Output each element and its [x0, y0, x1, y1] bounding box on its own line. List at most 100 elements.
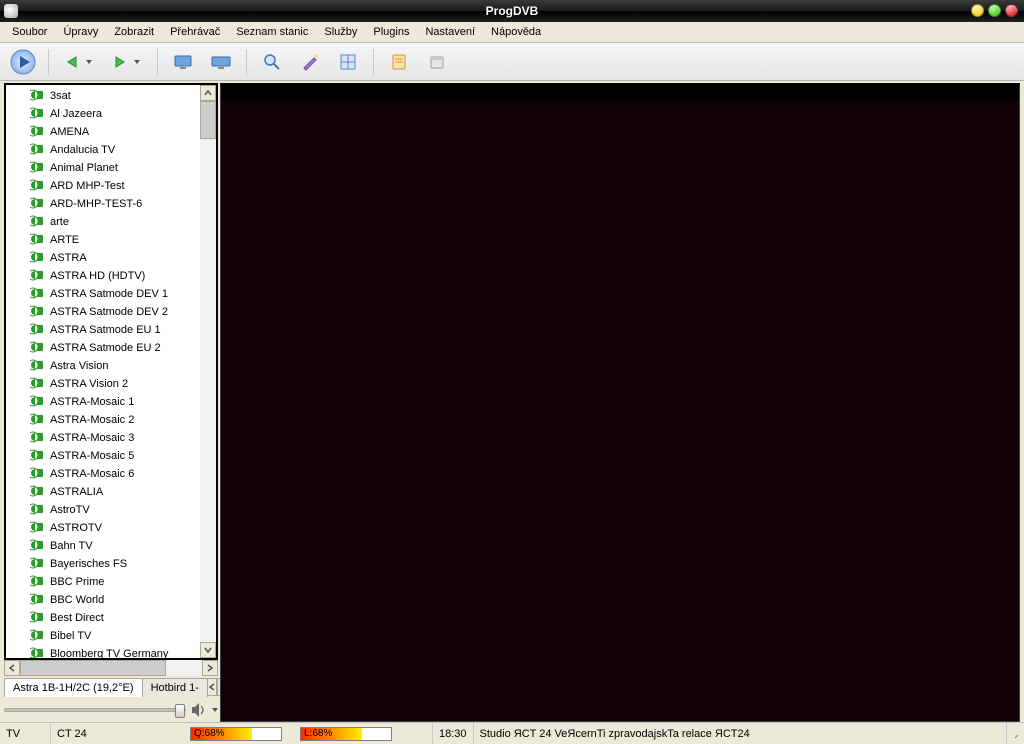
- volume-slider[interactable]: [4, 708, 186, 712]
- menu-settings[interactable]: Nastavení: [417, 23, 483, 41]
- notes-icon: [389, 52, 409, 72]
- play-button[interactable]: [6, 48, 40, 76]
- channel-list[interactable]: 3sat Al JazeeraAMENA Andalucia TV Animal Pl…: [4, 83, 218, 660]
- channel-row[interactable]: Best Direct: [6, 609, 200, 627]
- menu-view[interactable]: Zobrazit: [106, 23, 162, 41]
- scroll-thumb[interactable]: [200, 101, 216, 139]
- channel-name: ASTROTV: [50, 522, 102, 534]
- tv-icon: [30, 161, 44, 175]
- notes-button[interactable]: [382, 48, 416, 76]
- channel-row[interactable]: ASTRA-Mosaic 5: [6, 447, 200, 465]
- channel-panel: 3sat Al JazeeraAMENA Andalucia TV Animal Pl…: [4, 83, 218, 722]
- channel-name: Andalucia TV: [50, 144, 115, 156]
- channel-name: Bloomberg TV Germany: [50, 648, 168, 658]
- tab-astra[interactable]: Astra 1B-1H/2C (19,2°E): [4, 678, 143, 697]
- menu-edit[interactable]: Úpravy: [55, 23, 106, 41]
- channel-row[interactable]: 3sat: [6, 87, 200, 105]
- tab-scroll-left[interactable]: [207, 678, 217, 696]
- channel-row[interactable]: AMENA: [6, 123, 200, 141]
- wizard-button[interactable]: [293, 48, 327, 76]
- channel-row[interactable]: ASTRA Satmode DEV 2: [6, 303, 200, 321]
- channel-row[interactable]: ASTRA-Mosaic 1: [6, 393, 200, 411]
- channel-name: AstroTV: [50, 504, 90, 516]
- channel-row[interactable]: ASTRA Satmode EU 2: [6, 339, 200, 357]
- channel-name: ASTRA Vision 2: [50, 378, 128, 390]
- channel-row[interactable]: ARD-MHP-TEST-6: [6, 195, 200, 213]
- tv-icon: [30, 125, 44, 139]
- maximize-button[interactable]: [988, 4, 1001, 17]
- channel-row[interactable]: Bayerisches FS: [6, 555, 200, 573]
- channel-row[interactable]: ASTRA-Mosaic 6: [6, 465, 200, 483]
- channel-name: Bayerisches FS: [50, 558, 127, 570]
- grid-button[interactable]: [331, 48, 365, 76]
- channel-name: Best Direct: [50, 612, 104, 624]
- scroll-up-button[interactable]: [200, 85, 216, 101]
- search-icon: [262, 52, 282, 72]
- forward-button[interactable]: [105, 48, 149, 76]
- tv-icon: [30, 323, 44, 337]
- channel-row[interactable]: ASTRA Satmode DEV 1: [6, 285, 200, 303]
- channel-row[interactable]: ASTROTV: [6, 519, 200, 537]
- minimize-button[interactable]: [971, 4, 984, 17]
- back-button[interactable]: [57, 48, 101, 76]
- channel-row[interactable]: Bahn TV: [6, 537, 200, 555]
- channel-row[interactable]: Astra Vision: [6, 357, 200, 375]
- channel-row[interactable]: ASTRA Vision 2: [6, 375, 200, 393]
- hscroll-thumb[interactable]: [20, 660, 166, 676]
- box-button[interactable]: [420, 48, 454, 76]
- tv-icon: [30, 143, 44, 157]
- status-clock: 18:30: [432, 723, 473, 744]
- channel-row[interactable]: ASTRALIA: [6, 483, 200, 501]
- channel-row[interactable]: BBC Prime: [6, 573, 200, 591]
- menu-file[interactable]: Soubor: [4, 23, 55, 41]
- channel-row[interactable]: Animal Planet: [6, 159, 200, 177]
- channel-row[interactable]: AstroTV: [6, 501, 200, 519]
- channel-row[interactable]: Andalucia TV: [6, 141, 200, 159]
- channel-row[interactable]: Bibel TV: [6, 627, 200, 645]
- channel-row[interactable]: Al Jazeera: [6, 105, 200, 123]
- horizontal-scrollbar[interactable]: [4, 660, 218, 676]
- chevron-down-icon: [86, 60, 92, 64]
- tv-icon: [30, 395, 44, 409]
- resize-grip[interactable]: [1006, 723, 1024, 744]
- channel-name: ASTRA-Mosaic 6: [50, 468, 134, 480]
- channel-row[interactable]: ARTE: [6, 231, 200, 249]
- tab-hotbird[interactable]: Hotbird 1-: [142, 678, 208, 697]
- display2-button[interactable]: [204, 48, 238, 76]
- menu-stations[interactable]: Seznam stanic: [228, 23, 316, 41]
- tv-icon: [30, 629, 44, 643]
- speaker-icon[interactable]: [190, 701, 208, 719]
- video-area[interactable]: [220, 83, 1020, 722]
- channel-row[interactable]: ASTRA Satmode EU 1: [6, 321, 200, 339]
- menu-services[interactable]: Služby: [316, 23, 365, 41]
- search-button[interactable]: [255, 48, 289, 76]
- tv-icon: [30, 179, 44, 193]
- wizard-icon: [300, 52, 320, 72]
- menu-player[interactable]: Přehrávač: [162, 23, 228, 41]
- tv-icon: [30, 647, 44, 658]
- display1-button[interactable]: [166, 48, 200, 76]
- channel-row[interactable]: Bloomberg TV Germany: [6, 645, 200, 658]
- channel-row[interactable]: ASTRA HD (HDTV): [6, 267, 200, 285]
- scroll-left-button[interactable]: [4, 660, 20, 676]
- channel-row[interactable]: ASTRA-Mosaic 2: [6, 411, 200, 429]
- channel-row[interactable]: ASTRA: [6, 249, 200, 267]
- channel-row[interactable]: BBC World: [6, 591, 200, 609]
- channel-name: 3sat: [50, 90, 71, 102]
- channel-row[interactable]: arte: [6, 213, 200, 231]
- channel-row[interactable]: ASTRA-Mosaic 3: [6, 429, 200, 447]
- arrow-right-icon: [110, 53, 132, 71]
- signal-level: L:68%: [300, 723, 392, 744]
- volume-menu-icon[interactable]: [212, 708, 218, 712]
- channel-name: ASTRA: [50, 252, 87, 264]
- close-button[interactable]: [1005, 4, 1018, 17]
- statusbar: TV CT 24 Q:68% L:68% 18:30 Studio ЯCT 24…: [0, 722, 1024, 744]
- scroll-down-button[interactable]: [200, 642, 216, 658]
- vertical-scrollbar[interactable]: [200, 85, 216, 658]
- volume-thumb[interactable]: [175, 704, 185, 718]
- channel-row[interactable]: ARD MHP-Test: [6, 177, 200, 195]
- menu-help[interactable]: Nápověda: [483, 23, 549, 41]
- tv-icon: [30, 431, 44, 445]
- menu-plugins[interactable]: Plugins: [365, 23, 417, 41]
- scroll-right-button[interactable]: [202, 660, 218, 676]
